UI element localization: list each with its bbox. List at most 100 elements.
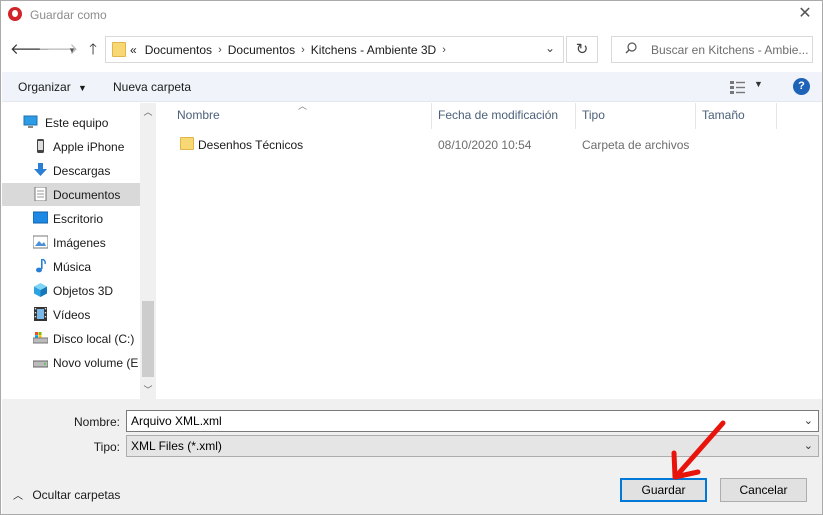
nav-item-label: Este equipo xyxy=(45,116,109,130)
title-bar: Guardar como ✕ xyxy=(1,1,822,29)
close-icon: ✕ xyxy=(798,5,812,22)
nav-item-label: Descargas xyxy=(53,164,111,178)
new-folder-button[interactable]: Nueva carpeta xyxy=(113,80,191,94)
nav-item-label: Imágenes xyxy=(53,236,106,250)
nav-item-documentos[interactable]: Documentos xyxy=(2,183,140,206)
chevron-right-icon[interactable]: › xyxy=(442,44,446,56)
save-as-dialog: Guardar como ✕ 🡐 🡒 ▾ 🡑 « Documentos › Do… xyxy=(0,0,823,515)
view-options-icon[interactable] xyxy=(729,80,747,94)
file-list: ︿ Nombre Fecha de modificación Tipo Tama… xyxy=(158,101,822,399)
refresh-icon: ↻ xyxy=(575,41,589,58)
recent-locations-button[interactable]: ▾ xyxy=(63,41,81,59)
column-header-size[interactable]: Tamaño xyxy=(702,108,745,122)
breadcrumb: « Documentos › Documentos › Kitchens - A… xyxy=(130,43,452,57)
3d-objects-icon xyxy=(34,283,47,297)
breadcrumb-item[interactable]: Kitchens - Ambiente 3D xyxy=(311,43,436,57)
column-header-name[interactable]: Nombre xyxy=(177,108,220,122)
computer-icon xyxy=(23,115,38,128)
nav-item-descargas[interactable]: Descargas xyxy=(2,159,140,182)
refresh-button[interactable]: ↻ xyxy=(566,36,598,63)
up-button[interactable]: 🡑 xyxy=(84,41,102,59)
filename-field[interactable]: Arquivo XML.xml ⌄ xyxy=(126,410,819,432)
chevron-right-icon[interactable]: › xyxy=(301,44,305,56)
scrollbar-thumb[interactable] xyxy=(142,301,154,377)
music-icon xyxy=(36,259,46,273)
nav-item-label: Objetos 3D xyxy=(53,284,114,298)
nav-item-label: Novo volume (E xyxy=(53,356,139,370)
search-input[interactable]: Buscar en Kitchens - Ambie... xyxy=(651,43,811,57)
navigation-scrollbar[interactable]: ︿ ﹀ xyxy=(140,103,156,399)
command-bar: Organizar ▼ Nueva carpeta ▼ ? xyxy=(2,72,822,102)
nav-item-label: Música xyxy=(53,260,92,274)
table-row[interactable]: Desenhos Técnicos 08/10/2020 10:54 Carpe… xyxy=(158,133,822,155)
search-icon xyxy=(625,42,637,54)
file-date: 08/10/2020 10:54 xyxy=(438,138,532,152)
app-logo-icon xyxy=(8,7,22,21)
folder-icon xyxy=(112,42,126,57)
chevron-down-icon: ▼ xyxy=(78,83,87,93)
breadcrumb-item[interactable]: Documentos xyxy=(228,43,295,57)
nav-item-imagenes[interactable]: Imágenes xyxy=(2,231,140,254)
navigation-pane: Este equipo Apple iPhone Descargas Docum… xyxy=(2,103,156,399)
nav-item-escritorio[interactable]: Escritorio xyxy=(2,207,140,230)
file-name: Desenhos Técnicos xyxy=(198,138,304,152)
column-divider[interactable] xyxy=(695,103,696,129)
cancel-button[interactable]: Cancelar xyxy=(720,478,807,502)
nav-item-este-equipo[interactable]: Este equipo xyxy=(2,111,140,134)
filename-value: Arquivo XML.xml xyxy=(131,414,222,428)
nav-item-videos[interactable]: Vídeos xyxy=(2,303,140,326)
column-divider[interactable] xyxy=(431,103,432,129)
column-header-type[interactable]: Tipo xyxy=(582,108,605,122)
nav-item-novo-volume[interactable]: Novo volume (E xyxy=(2,351,140,374)
pictures-icon xyxy=(33,235,48,249)
nav-item-objetos-3d[interactable]: Objetos 3D xyxy=(2,279,140,302)
chevron-down-icon[interactable]: ⌄ xyxy=(804,439,813,452)
desktop-icon xyxy=(33,211,48,224)
save-button[interactable]: Guardar xyxy=(620,478,707,502)
file-type: Carpeta de archivos xyxy=(582,138,690,152)
folder-icon xyxy=(180,137,194,150)
breadcrumb-item[interactable]: Documentos xyxy=(145,43,212,57)
nav-item-label: Disco local (C:) xyxy=(53,332,135,346)
column-header-date[interactable]: Fecha de modificación xyxy=(438,108,558,122)
nav-item-apple-iphone[interactable]: Apple iPhone xyxy=(2,135,140,158)
hide-folders-label: Ocultar carpetas xyxy=(32,488,121,502)
scroll-down-icon[interactable]: ﹀ xyxy=(140,382,156,398)
breadcrumb-overflow[interactable]: « xyxy=(130,43,137,57)
close-button[interactable]: ✕ xyxy=(792,3,818,27)
hide-folders-button[interactable]: ︿ Ocultar carpetas xyxy=(13,487,120,502)
window-title: Guardar como xyxy=(30,8,107,22)
address-history-dropdown[interactable]: ⌄ xyxy=(545,41,555,55)
nav-item-musica[interactable]: Música xyxy=(2,255,140,278)
filetype-label: Tipo: xyxy=(93,440,120,454)
local-disk-icon xyxy=(33,332,48,344)
filetype-select[interactable]: XML Files (*.xml) ⌄ xyxy=(126,435,819,457)
search-box[interactable]: Buscar en Kitchens - Ambie... xyxy=(611,36,813,63)
phone-icon xyxy=(37,139,44,153)
view-dropdown-icon[interactable]: ▼ xyxy=(754,79,763,89)
column-divider[interactable] xyxy=(776,103,777,129)
nav-item-label: Documentos xyxy=(53,188,121,202)
back-button[interactable]: 🡐 xyxy=(10,41,50,59)
nav-item-label: Escritorio xyxy=(53,212,104,226)
organize-label: Organizar xyxy=(18,80,71,94)
scroll-up-icon[interactable]: ︿ xyxy=(140,104,156,120)
chevron-right-icon[interactable]: › xyxy=(218,44,222,56)
videos-icon xyxy=(34,307,47,321)
organize-button[interactable]: Organizar ▼ xyxy=(18,80,87,94)
filename-label: Nombre: xyxy=(73,415,120,429)
forward-button[interactable]: 🡒 xyxy=(38,41,78,59)
drive-icon xyxy=(33,360,48,368)
documents-icon xyxy=(34,187,47,201)
column-divider[interactable] xyxy=(575,103,576,129)
save-options-panel: Nombre: Arquivo XML.xml ⌄ Tipo: XML File… xyxy=(2,399,822,514)
filetype-value: XML Files (*.xml) xyxy=(131,439,222,453)
nav-item-disco-local[interactable]: Disco local (C:) xyxy=(2,327,140,350)
chevron-up-icon: ︿ xyxy=(13,491,23,502)
address-bar[interactable]: « Documentos › Documentos › Kitchens - A… xyxy=(105,36,564,63)
nav-item-label: Apple iPhone xyxy=(53,140,125,154)
help-icon[interactable]: ? xyxy=(793,78,810,95)
chevron-down-icon[interactable]: ⌄ xyxy=(804,414,813,427)
download-icon xyxy=(34,163,47,176)
nav-item-label: Vídeos xyxy=(53,308,91,322)
